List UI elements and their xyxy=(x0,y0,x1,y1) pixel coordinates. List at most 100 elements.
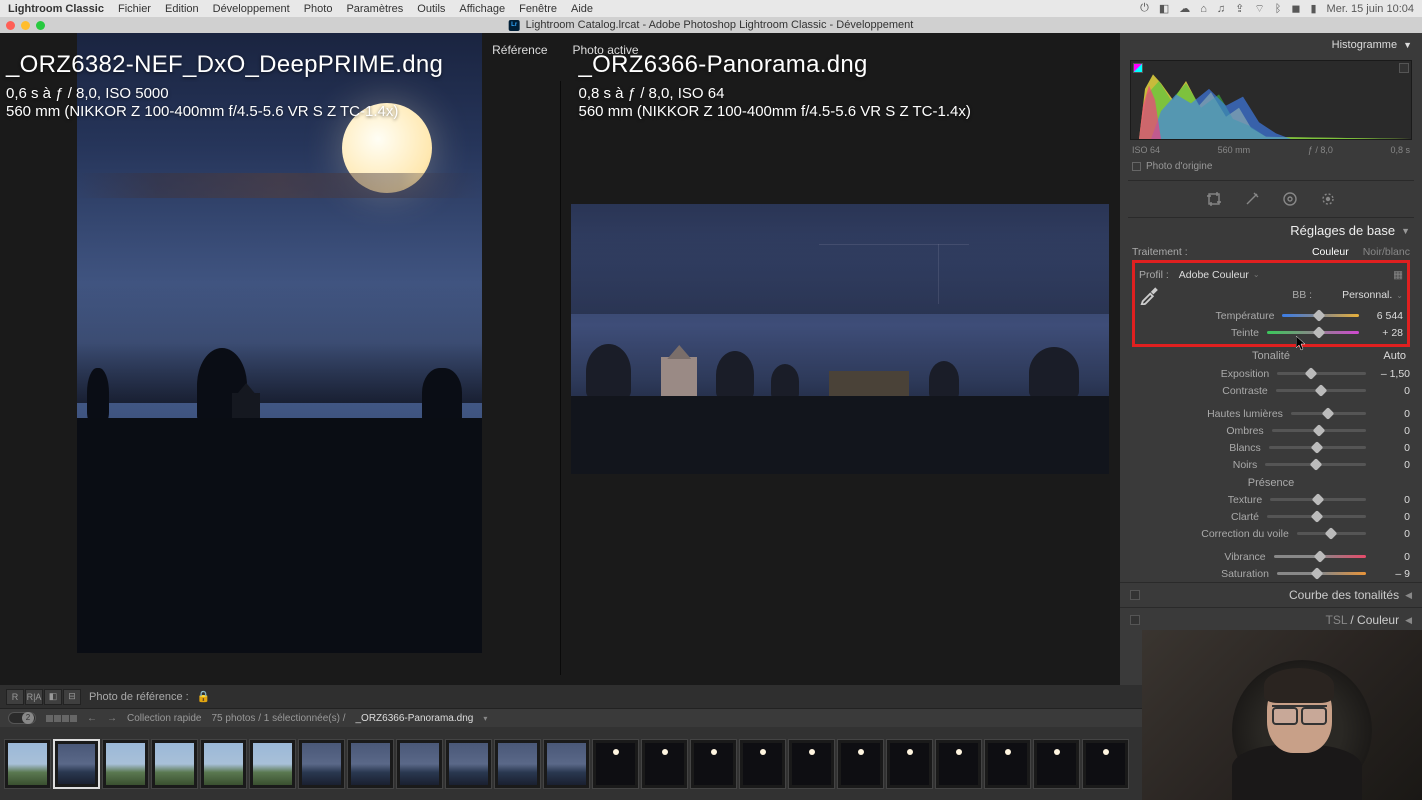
menu-file[interactable]: Fichier xyxy=(118,3,151,15)
blacks-value[interactable]: 0 xyxy=(1374,459,1410,471)
contrast-value[interactable]: 0 xyxy=(1374,385,1410,397)
menu-tools[interactable]: Outils xyxy=(417,3,445,15)
filmstrip-thumb[interactable] xyxy=(4,739,51,789)
exposure-value[interactable]: – 1,50 xyxy=(1374,368,1410,380)
current-photo-name[interactable]: _ORZ6366-Panorama.dng xyxy=(355,713,473,724)
dehaze-slider[interactable] xyxy=(1297,528,1366,540)
filmstrip-thumb[interactable] xyxy=(739,739,786,789)
filmstrip-thumb[interactable] xyxy=(200,739,247,789)
ref-view-button[interactable]: R xyxy=(6,689,24,705)
filmstrip-thumb[interactable] xyxy=(494,739,541,789)
tsl-header[interactable]: TSL / Couleur◀ xyxy=(1120,607,1422,632)
tint-value[interactable]: + 28 xyxy=(1367,327,1403,339)
mask-tool-icon[interactable] xyxy=(1282,191,1298,207)
blacks-slider[interactable] xyxy=(1265,459,1366,471)
menu-photo[interactable]: Photo xyxy=(304,3,333,15)
prev-photo-button[interactable]: ← xyxy=(87,713,97,724)
second-monitor-toggle[interactable] xyxy=(8,712,36,724)
ref-view-button[interactable]: ⊟ xyxy=(63,689,81,705)
tint-slider[interactable] xyxy=(1267,327,1359,339)
highlights-slider[interactable] xyxy=(1291,408,1366,420)
status-icon[interactable]: ⌂ xyxy=(1200,3,1207,15)
filmstrip-thumb[interactable] xyxy=(445,739,492,789)
crop-tool-icon[interactable] xyxy=(1206,191,1222,207)
vibrance-slider[interactable] xyxy=(1274,551,1366,563)
checkbox-icon[interactable] xyxy=(1132,162,1141,171)
whites-slider[interactable] xyxy=(1269,442,1366,454)
bluetooth-icon[interactable]: ᛒ xyxy=(1275,3,1282,15)
filmstrip-thumb[interactable] xyxy=(53,739,100,789)
filmstrip-thumb[interactable] xyxy=(984,739,1031,789)
lock-icon[interactable]: 🔒 xyxy=(197,690,211,703)
original-photo-toggle[interactable]: Photo d'origine xyxy=(1120,157,1422,176)
battery-icon[interactable]: ◼ xyxy=(1291,2,1300,15)
wifi-icon[interactable]: ⌔ xyxy=(1254,2,1264,16)
menu-edit[interactable]: Edition xyxy=(165,3,199,15)
menu-develop[interactable]: Développement xyxy=(213,3,290,15)
treatment-color[interactable]: Couleur xyxy=(1312,246,1349,258)
collection-name[interactable]: Collection rapide xyxy=(127,713,202,724)
menu-view[interactable]: Affichage xyxy=(459,3,505,15)
filmstrip-thumb[interactable] xyxy=(1082,739,1129,789)
exposure-slider[interactable] xyxy=(1277,368,1366,380)
shadows-slider[interactable] xyxy=(1272,425,1366,437)
heal-tool-icon[interactable] xyxy=(1244,191,1260,207)
filmstrip-thumb[interactable] xyxy=(788,739,835,789)
contrast-slider[interactable] xyxy=(1276,385,1366,397)
flag-icon[interactable]: ▮ xyxy=(1310,2,1316,15)
app-name[interactable]: Lightroom Classic xyxy=(8,3,104,15)
status-icon[interactable]: ♫ xyxy=(1217,3,1225,15)
status-icon[interactable]: ⇪ xyxy=(1235,2,1244,15)
highlights-value[interactable]: 0 xyxy=(1374,408,1410,420)
menu-settings[interactable]: Paramètres xyxy=(346,3,403,15)
texture-slider[interactable] xyxy=(1270,494,1366,506)
wb-select[interactable]: Personnal. xyxy=(1342,289,1392,301)
panel-toggle-icon[interactable] xyxy=(1130,615,1140,625)
chevron-icon[interactable]: ⌄ xyxy=(1396,291,1403,300)
filmstrip-thumb[interactable] xyxy=(396,739,443,789)
clock[interactable]: Mer. 15 juin 10:04 xyxy=(1327,3,1414,15)
status-icon[interactable]: ◧ xyxy=(1159,2,1169,15)
profile-browser-icon[interactable]: ▦ xyxy=(1393,269,1403,281)
tone-curve-header[interactable]: Courbe des tonalités◀ xyxy=(1120,582,1422,607)
filmstrip-thumb[interactable] xyxy=(837,739,884,789)
menu-help[interactable]: Aide xyxy=(571,3,593,15)
dehaze-value[interactable]: 0 xyxy=(1374,528,1410,540)
status-icon[interactable]: ☁ xyxy=(1179,2,1190,15)
profile-select[interactable]: Adobe Couleur xyxy=(1179,269,1249,281)
panel-toggle-icon[interactable] xyxy=(1130,590,1140,600)
reference-image[interactable] xyxy=(77,33,482,653)
filmstrip-thumb[interactable] xyxy=(641,739,688,789)
treatment-bw[interactable]: Noir/blanc xyxy=(1363,246,1410,258)
chevron-down-icon[interactable]: ▾ xyxy=(483,714,487,723)
filmstrip-thumb[interactable] xyxy=(249,739,296,789)
temperature-slider[interactable] xyxy=(1282,310,1359,322)
basic-header[interactable]: Réglages de base▼ xyxy=(1128,218,1414,243)
menu-window[interactable]: Fenêtre xyxy=(519,3,557,15)
filmstrip-thumb[interactable] xyxy=(935,739,982,789)
filmstrip-thumb[interactable] xyxy=(592,739,639,789)
radial-tool-icon[interactable] xyxy=(1320,191,1336,207)
filmstrip-thumb[interactable] xyxy=(102,739,149,789)
clarity-slider[interactable] xyxy=(1267,511,1366,523)
minimize-button[interactable] xyxy=(21,21,30,30)
filmstrip-thumb[interactable] xyxy=(886,739,933,789)
filmstrip-thumb[interactable] xyxy=(347,739,394,789)
filmstrip-thumb[interactable] xyxy=(543,739,590,789)
next-photo-button[interactable]: → xyxy=(107,713,117,724)
saturation-value[interactable]: – 9 xyxy=(1374,568,1410,580)
ref-view-button[interactable]: ◧ xyxy=(44,689,62,705)
temperature-value[interactable]: 6 544 xyxy=(1367,310,1403,322)
chevron-icon[interactable]: ⌄ xyxy=(1253,270,1260,279)
eyedropper-icon[interactable] xyxy=(1139,285,1159,305)
saturation-slider[interactable] xyxy=(1277,568,1366,580)
filmstrip-thumb[interactable] xyxy=(151,739,198,789)
histogram[interactable] xyxy=(1130,60,1412,140)
maximize-button[interactable] xyxy=(36,21,45,30)
active-image[interactable] xyxy=(571,204,1109,474)
vibrance-value[interactable]: 0 xyxy=(1374,551,1410,563)
whites-value[interactable]: 0 xyxy=(1374,442,1410,454)
filmstrip-thumb[interactable] xyxy=(1033,739,1080,789)
ref-view-button[interactable]: R|A xyxy=(25,689,43,705)
clarity-value[interactable]: 0 xyxy=(1374,511,1410,523)
